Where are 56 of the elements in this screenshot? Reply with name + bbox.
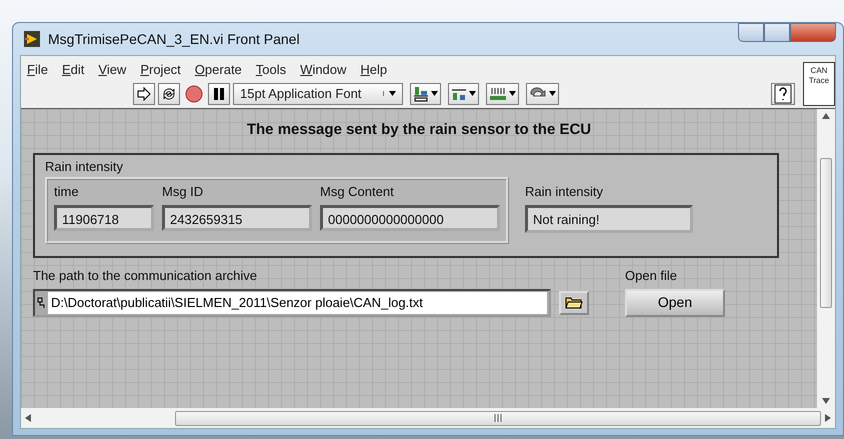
scroll-left-icon[interactable] bbox=[25, 414, 31, 422]
panel-heading: The message sent by the rain sensor to the ECU bbox=[246, 120, 592, 140]
minimize-button[interactable] bbox=[738, 23, 764, 42]
menu-item[interactable]: Tools bbox=[256, 60, 286, 80]
path-type-icon bbox=[37, 296, 45, 308]
menu-item[interactable]: File bbox=[27, 60, 48, 80]
field-label: Msg ID bbox=[162, 182, 204, 201]
caret-icon bbox=[549, 91, 556, 96]
caret-icon bbox=[469, 91, 476, 96]
maximize-button[interactable] bbox=[764, 23, 790, 42]
abort-icon[interactable] bbox=[185, 84, 203, 102]
pause-icon bbox=[213, 86, 225, 100]
align-icon bbox=[413, 86, 429, 102]
window-title: MsgTrimisePeCAN_3_EN.vi Front Panel bbox=[48, 30, 300, 49]
folder-icon bbox=[565, 296, 583, 309]
field-label: Rain intensity bbox=[525, 182, 604, 201]
can-trace-label: CAN Trace bbox=[803, 62, 835, 106]
run-continuously-button[interactable] bbox=[158, 82, 180, 104]
menu-item[interactable]: View bbox=[98, 60, 126, 80]
caret-icon bbox=[389, 91, 396, 96]
grip-icon bbox=[494, 414, 502, 422]
caret-icon bbox=[431, 91, 438, 96]
arrow-icon bbox=[136, 86, 152, 102]
question-mark-icon bbox=[774, 84, 792, 104]
menu-item[interactable]: Help bbox=[360, 60, 388, 80]
resize-icon bbox=[489, 86, 507, 102]
scroll-up-icon[interactable] bbox=[822, 112, 830, 118]
indicator-field: 2432659315 bbox=[162, 205, 312, 231]
caret-icon bbox=[509, 91, 516, 96]
indicator-field: Not raining! bbox=[525, 205, 693, 233]
scroll-right-icon[interactable] bbox=[825, 414, 831, 422]
path-field[interactable]: D:\Doctorat\publicatii\SIELMEN_2011\Senzor ploaie\CAN_log.txt bbox=[33, 288, 551, 316]
circular-arrows-icon bbox=[161, 86, 177, 102]
open-button[interactable]: Open bbox=[625, 288, 725, 316]
reorder-dropdown[interactable] bbox=[526, 82, 559, 104]
menu-item[interactable]: Operate bbox=[194, 60, 242, 80]
open-file-label: Open file bbox=[625, 267, 678, 285]
font-dropdown[interactable]: 15pt Application Font bbox=[233, 82, 403, 104]
field-label: time bbox=[54, 182, 80, 200]
field-label: Msg Content bbox=[320, 182, 395, 201]
indicator-field: 11906718 bbox=[54, 205, 154, 231]
menu-item[interactable]: Window bbox=[300, 60, 346, 80]
distribute-dropdown[interactable] bbox=[448, 82, 479, 104]
context-help-button[interactable] bbox=[771, 82, 795, 104]
scroll-down-icon[interactable] bbox=[822, 398, 830, 404]
vi-icon bbox=[24, 31, 40, 47]
cluster-label: Rain intensity bbox=[45, 158, 124, 176]
browse-button[interactable] bbox=[559, 290, 589, 314]
pause-button[interactable] bbox=[208, 82, 230, 104]
indicator-field: 0000000000000000 bbox=[320, 205, 500, 231]
align-dropdown[interactable] bbox=[410, 82, 441, 104]
menu-item[interactable]: Edit bbox=[62, 60, 84, 80]
resize-dropdown[interactable] bbox=[486, 82, 519, 104]
menu-item[interactable]: Project bbox=[140, 60, 181, 80]
path-label: The path to the communication archive bbox=[33, 267, 258, 285]
run-button[interactable] bbox=[133, 82, 155, 104]
